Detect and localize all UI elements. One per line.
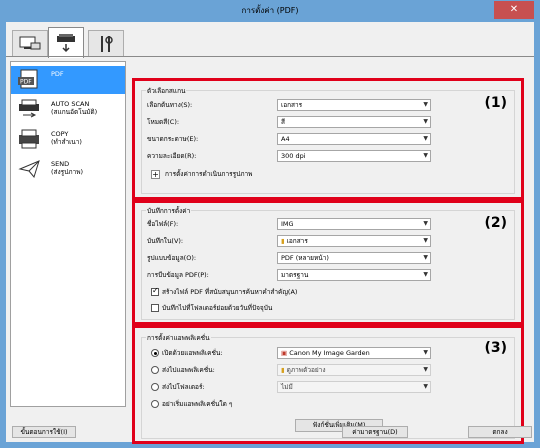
sidebar-item-copy[interactable]: COPY (ทำสำเนา) — [11, 126, 125, 154]
field-label: บันทึกใน(V): — [147, 237, 184, 245]
field-label: โหมดสี(C): — [147, 118, 180, 126]
select-value: สี — [281, 118, 285, 126]
option-label: ส่งไปแอพพลิเคชั่น: — [162, 366, 215, 374]
send-to-app-dropdown[interactable]: ▮ ดูภาพตัวอย่าง ▼ — [277, 364, 431, 376]
application-settings-panel: การตั้งค่าแอพพลิเคชั่น (3) เปิดด้วยแอพพล… — [132, 325, 524, 444]
send-icon — [18, 160, 40, 179]
chevron-down-icon: ▼ — [423, 118, 428, 125]
tab-scan-from-computer[interactable] — [12, 30, 48, 57]
computer-scan-icon — [19, 36, 41, 50]
chevron-down-icon: ▼ — [423, 349, 428, 356]
resolution-dropdown[interactable]: 300 dpi ▼ — [277, 150, 431, 162]
paper-size-dropdown[interactable]: A4 ▼ — [277, 133, 431, 145]
subfolder-date-checkbox[interactable] — [151, 304, 159, 312]
subfolder-date-label: บันทึกไปที่โฟลเดอร์ย่อยด้วยวันที่ปัจจุบั… — [162, 304, 273, 312]
group-title: ตัวเลือกสแกน — [146, 86, 187, 96]
chevron-down-icon: ▼ — [423, 220, 428, 227]
send-to-folder-dropdown[interactable]: ไม่มี ▼ — [277, 381, 431, 393]
scan-options-panel: ตัวเลือกสแกน (1) เลือกต้นทาง(S): เอกสาร ▼… — [132, 78, 524, 200]
content-area: PDF PDF AUTO SCAN (สแกนอัตโนมัติ) COPY (ทำ… — [6, 56, 534, 444]
chevron-down-icon: ▼ — [423, 383, 428, 390]
select-source-dropdown[interactable]: เอกสาร ▼ — [277, 99, 431, 111]
no-app-radio[interactable] — [151, 400, 159, 408]
select-value: มาตรฐาน — [281, 271, 309, 279]
chevron-down-icon: ▼ — [423, 254, 428, 261]
chevron-down-icon: ▼ — [423, 101, 428, 108]
window-title: การตั้งค่า (PDF) — [241, 6, 299, 15]
select-value: เอกสาร — [281, 101, 303, 109]
ok-button[interactable]: ตกลง — [468, 426, 532, 438]
tab-general-settings[interactable] — [88, 30, 124, 57]
sidebar-item-sublabel: (สแกนอัตโนมัติ) — [51, 108, 98, 116]
chevron-down-icon: ▼ — [423, 135, 428, 142]
pdf-compression-dropdown[interactable]: มาตรฐาน ▼ — [277, 269, 431, 281]
chevron-down-icon: ▼ — [423, 237, 428, 244]
sidebar-item-send[interactable]: SEND (ส่งรูปภาพ) — [11, 156, 125, 184]
file-name-dropdown[interactable]: IMG ▼ — [277, 218, 431, 230]
keyword-search-label: สร้างไฟล์ PDF ที่สนับสนุนการค้นหาคำสำคัญ… — [162, 288, 298, 296]
copy-icon — [19, 129, 39, 149]
tab-bar — [6, 22, 534, 58]
select-value: Canon My Image Garden — [289, 349, 370, 357]
save-settings-panel: บันทึกการตั้งค่า (2) ชื่อไฟล์(F): IMG ▼ บ… — [132, 200, 524, 325]
sidebar-item-auto-scan[interactable]: AUTO SCAN (สแกนอัตโนมัติ) — [11, 96, 125, 124]
data-format-dropdown[interactable]: PDF (หลายหน้า) ▼ — [277, 252, 431, 264]
select-value: A4 — [281, 135, 290, 143]
section-number: (1) — [484, 95, 507, 111]
field-label: เลือกต้นทาง(S): — [147, 101, 193, 109]
field-label: การบีบข้อมูล PDF(P): — [147, 271, 209, 279]
select-value: เอกสาร — [286, 237, 308, 245]
group-title: บันทึกการตั้งค่า — [146, 206, 192, 216]
field-label: รูปแบบข้อมูล(O): — [147, 254, 197, 262]
expand-plus-icon[interactable]: + — [151, 170, 160, 179]
open-with-app-radio[interactable] — [151, 349, 159, 357]
select-value: ดูภาพตัวอย่าง — [286, 366, 326, 374]
tab-scan-from-panel[interactable] — [48, 27, 84, 58]
select-value: IMG — [281, 220, 294, 228]
tools-icon — [101, 36, 113, 52]
option-label: เปิดด้วยแอพพลิเคชั่น: — [162, 349, 223, 357]
sidebar-item-label: AUTO SCAN — [51, 100, 90, 108]
select-value: 300 dpi — [281, 152, 306, 160]
field-label: ชื่อไฟล์(F): — [147, 220, 179, 228]
field-label: ขนาดกระดาษ(E): — [147, 135, 199, 143]
sidebar-item-label: SEND — [51, 160, 70, 168]
open-with-app-dropdown[interactable]: ▣ Canon My Image Garden ▼ — [277, 347, 431, 359]
option-label: อย่าเริ่มแอพพลิเคชั่นใด ๆ — [162, 400, 233, 408]
sidebar-item-pdf[interactable]: PDF PDF — [11, 66, 125, 94]
section-number: (3) — [484, 340, 507, 356]
scanner-icon — [57, 34, 75, 53]
sidebar: PDF PDF AUTO SCAN (สแกนอัตโนมัติ) COPY (ทำ… — [10, 61, 126, 407]
section-number: (2) — [484, 215, 507, 231]
dialog-client: PDF PDF AUTO SCAN (สแกนอัตโนมัติ) COPY (ทำ… — [6, 22, 534, 444]
sidebar-item-label: PDF — [51, 70, 64, 78]
chevron-down-icon: ▼ — [423, 271, 428, 278]
app-icon: ▣ — [281, 349, 290, 357]
select-value: ไม่มี — [281, 383, 293, 391]
close-button[interactable]: ✕ — [494, 1, 534, 19]
field-label: ความละเอียด(R): — [147, 152, 197, 160]
sidebar-item-sublabel: (ทำสำเนา) — [51, 138, 82, 146]
image-processing-settings-label[interactable]: การตั้งค่าการดำเนินการรูปภาพ — [165, 168, 252, 180]
send-to-folder-radio[interactable] — [151, 383, 159, 391]
chevron-down-icon: ▼ — [423, 366, 428, 373]
option-label: ส่งไปโฟลเดอร์: — [162, 383, 205, 391]
keyword-search-checkbox[interactable] — [151, 286, 159, 296]
color-mode-dropdown[interactable]: สี ▼ — [277, 116, 431, 128]
send-to-app-radio[interactable] — [151, 366, 159, 374]
svg-text:PDF: PDF — [20, 79, 32, 86]
group-title: การตั้งค่าแอพพลิเคชั่น — [146, 333, 211, 343]
chevron-down-icon: ▼ — [423, 152, 428, 159]
select-value: PDF (หลายหน้า) — [281, 254, 329, 262]
sidebar-item-label: COPY — [51, 130, 69, 138]
settings-window: การตั้งค่า (PDF) ✕ PDF PDF AUTO SCAN (สแ… — [0, 0, 540, 448]
save-in-dropdown[interactable]: ▮ เอกสาร ▼ — [277, 235, 431, 247]
pdf-icon: PDF — [18, 69, 38, 89]
sidebar-item-sublabel: (ส่งรูปภาพ) — [51, 168, 84, 176]
auto-scan-icon — [19, 99, 39, 118]
defaults-button[interactable]: ค่ามาตรฐาน(D) — [342, 426, 408, 438]
instructions-button[interactable]: ขั้นตอนการใช้(I) — [12, 426, 76, 438]
